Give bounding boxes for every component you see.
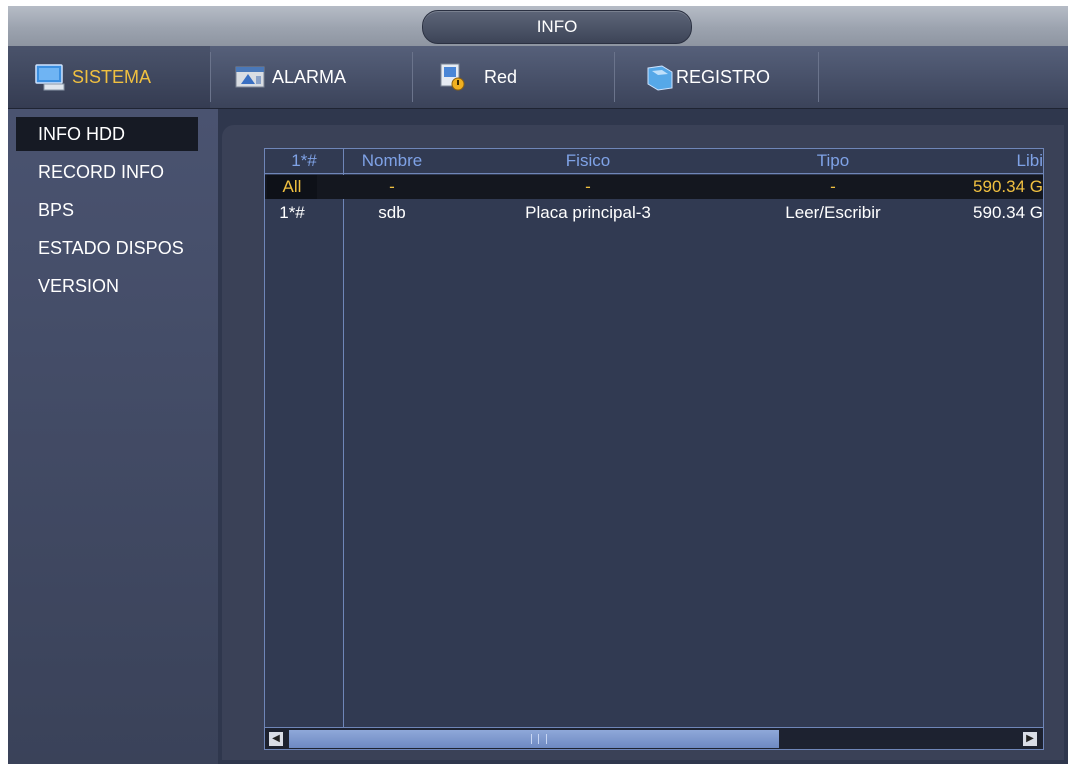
network-icon [440,63,465,91]
tab-registro[interactable]: REGISTRO [644,46,770,108]
column-header-libre[interactable]: Libi [955,149,1043,173]
table-cell: 590.34 G [973,177,1043,196]
column-header-tipo[interactable]: Tipo [733,149,933,173]
table-cell: 1*# [279,203,305,222]
grip-icon [531,734,547,744]
table-cell: sdb [378,203,406,222]
table-row[interactable]: 1*# sdb Placa principal-3 Leer/Escribir … [265,201,1043,225]
monitor-icon [35,64,65,91]
table-cell: - [389,177,395,196]
scroll-left-arrow-icon[interactable]: ◀ [269,732,283,746]
sidebar: INFO HDD RECORD INFO BPS ESTADO DISPOS V… [8,109,218,764]
column-header-index[interactable]: 1*# [265,149,343,173]
info-window: INFO SISTEMA ALARMA Red REGISTRO INFO HD… [8,6,1068,764]
tab-alarma[interactable]: ALARMA [234,46,346,108]
table-cell: Leer/Escribir [785,203,881,222]
log-icon [647,65,673,91]
tab-bar: SISTEMA ALARMA Red REGISTRO [8,46,1068,109]
column-divider [343,149,344,727]
hdd-table: 1*# Nombre Fisico Tipo Libi All - - - 59… [264,148,1044,750]
scrollbar-thumb[interactable] [289,730,779,748]
column-header-fisico[interactable]: Fisico [443,149,733,173]
table-header: 1*# Nombre Fisico Tipo Libi [265,149,1043,174]
sidebar-item-version[interactable]: VERSION [16,269,198,303]
table-cell: All [267,175,317,199]
table-cell: Placa principal-3 [525,203,651,222]
scroll-right-arrow-icon[interactable]: ▶ [1023,732,1037,746]
tab-divider [210,52,211,102]
sidebar-item-bps[interactable]: BPS [16,193,198,227]
window-title: INFO [422,10,692,44]
tab-registro-label: REGISTRO [676,66,771,87]
tab-divider [818,52,819,102]
tab-divider [412,52,413,102]
tab-sistema-label: SISTEMA [72,66,152,87]
tab-red[interactable]: Red [436,46,517,108]
horizontal-scrollbar[interactable]: ◀ ▶ [265,727,1043,749]
tab-divider [614,52,615,102]
column-header-nombre[interactable]: Nombre [344,149,440,173]
alarm-icon [235,66,265,88]
tab-alarma-label: ALARMA [272,66,347,87]
sidebar-item-estado-dispos[interactable]: ESTADO DISPOS [16,231,198,265]
table-cell: - [830,177,836,196]
sidebar-item-record-info[interactable]: RECORD INFO [16,155,198,189]
table-cell: 590.34 G [973,203,1043,222]
table-cell: - [585,177,591,196]
sidebar-item-info-hdd[interactable]: INFO HDD [16,117,198,151]
tab-sistema[interactable]: SISTEMA [8,46,210,108]
table-row[interactable]: All - - - 590.34 G [265,175,1043,199]
title-bar: INFO [8,6,1068,46]
tab-red-label: Red [484,66,518,87]
